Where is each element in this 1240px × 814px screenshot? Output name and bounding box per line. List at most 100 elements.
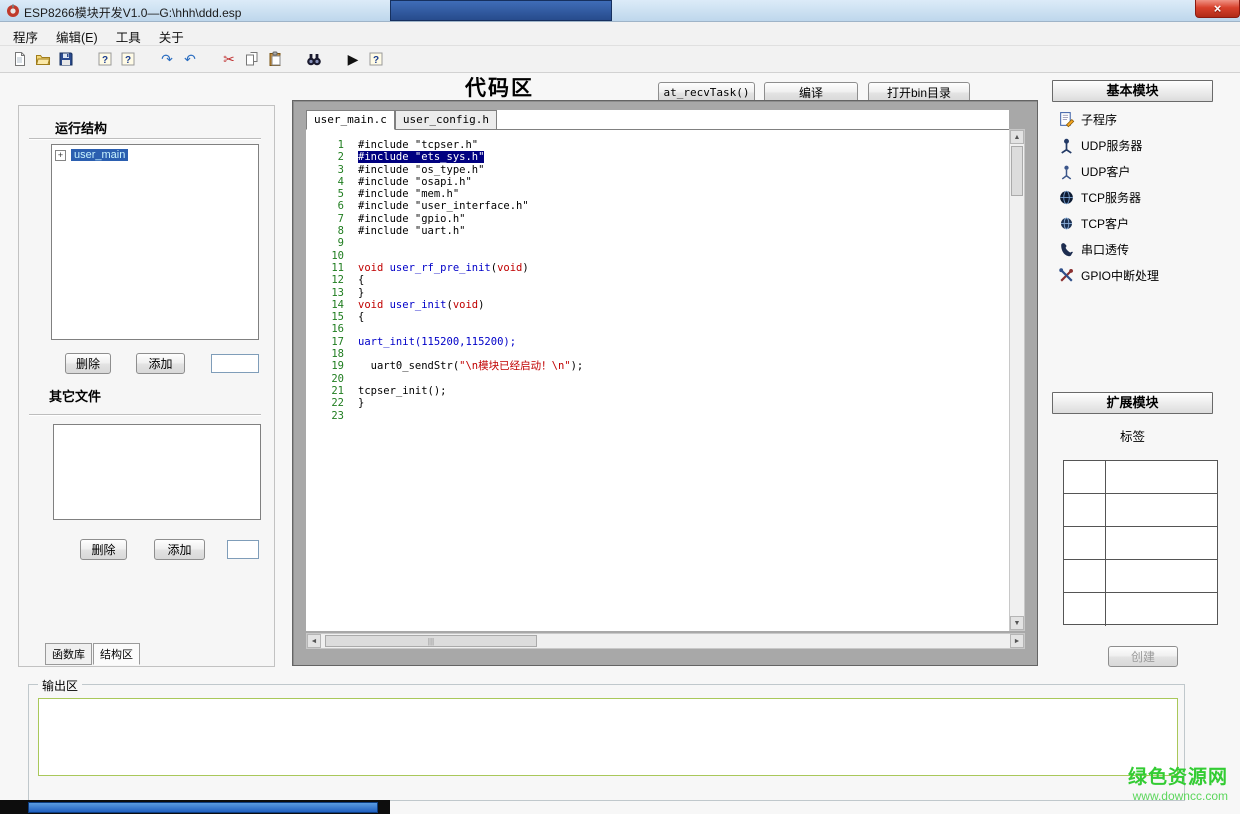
module-item-udp-server[interactable]: UDP服务器 bbox=[1058, 132, 1218, 158]
code-line: 15{ bbox=[306, 311, 1009, 323]
tag-table-cell[interactable] bbox=[1064, 593, 1106, 626]
code-line: 20 bbox=[306, 373, 1009, 385]
file-name-input[interactable] bbox=[227, 540, 259, 559]
add-structure-button[interactable]: 添加 bbox=[136, 353, 185, 374]
tag-table-cell[interactable] bbox=[1106, 494, 1217, 526]
line-number: 23 bbox=[306, 410, 358, 422]
output-box[interactable] bbox=[38, 698, 1178, 776]
tree-expander-icon[interactable]: + bbox=[55, 150, 66, 161]
delete-structure-button[interactable]: 删除 bbox=[65, 353, 111, 374]
tag-table-cell[interactable] bbox=[1106, 560, 1217, 592]
code-line: 21tcpser_init(); bbox=[306, 385, 1009, 397]
code-editor[interactable]: 1#include "tcpser.h"2#include "ets_sys.h… bbox=[306, 129, 1009, 631]
help-icon[interactable]: ? bbox=[118, 49, 138, 69]
output-area-label: 输出区 bbox=[38, 677, 82, 694]
module-label: GPIO中断处理 bbox=[1081, 267, 1159, 284]
basic-modules-button[interactable]: 基本模块 bbox=[1052, 80, 1213, 102]
tag-table-cell[interactable] bbox=[1106, 527, 1217, 559]
find-icon[interactable] bbox=[304, 49, 324, 69]
line-number: 7 bbox=[306, 213, 358, 225]
other-files-list[interactable] bbox=[53, 424, 261, 520]
menu-item-about[interactable]: 关于 bbox=[150, 25, 193, 48]
tag-table-cell[interactable] bbox=[1064, 527, 1106, 559]
title-bar[interactable]: ESP8266模块开发V1.0—G:\hhh\ddd.esp × bbox=[0, 0, 1240, 22]
module-item-tcp-server[interactable]: TCP服务器 bbox=[1058, 184, 1218, 210]
add-file-button[interactable]: 添加 bbox=[154, 539, 205, 560]
code-text: #include "ets_sys.h" bbox=[358, 151, 484, 163]
run-structure-tree[interactable]: + user_main bbox=[51, 144, 259, 340]
tag-label: 标签 bbox=[1052, 426, 1213, 445]
tab-structure-area[interactable]: 结构区 bbox=[93, 643, 140, 665]
scroll-right-arrow[interactable]: ► bbox=[1010, 634, 1024, 648]
editor-tabstrip: user_main.cuser_config.h bbox=[306, 110, 1009, 129]
svg-text:?: ? bbox=[125, 55, 131, 66]
line-number: 21 bbox=[306, 385, 358, 397]
help-icon[interactable]: ? bbox=[95, 49, 115, 69]
code-text: #include "user_interface.h" bbox=[358, 200, 529, 212]
window-title: ESP8266模块开发V1.0—G:\hhh\ddd.esp bbox=[24, 4, 241, 21]
code-line: 19 uart0_sendStr("\n模块已经启动！\n"); bbox=[306, 360, 1009, 372]
module-item-serial-passthrough[interactable]: 串口透传 bbox=[1058, 236, 1218, 262]
module-item-gpio-interrupt[interactable]: GPIO中断处理 bbox=[1058, 262, 1218, 288]
copy-icon[interactable] bbox=[242, 49, 262, 69]
line-number: 8 bbox=[306, 225, 358, 237]
tree-item-label: user_main bbox=[71, 149, 128, 161]
code-line: 4#include "osapi.h" bbox=[306, 176, 1009, 188]
new-file-icon[interactable] bbox=[10, 49, 30, 69]
tag-table-cell[interactable] bbox=[1106, 593, 1217, 626]
help-icon[interactable]: ? bbox=[366, 49, 386, 69]
scroll-down-arrow[interactable]: ▼ bbox=[1010, 616, 1024, 630]
menu-item-program[interactable]: 程序 bbox=[4, 25, 47, 48]
code-line: 9 bbox=[306, 237, 1009, 249]
line-number: 18 bbox=[306, 348, 358, 360]
close-button[interactable]: × bbox=[1195, 0, 1240, 18]
horizontal-scrollbar[interactable]: ◄ ||| ► bbox=[306, 633, 1025, 649]
open-folder-icon[interactable] bbox=[33, 49, 53, 69]
paste-icon[interactable] bbox=[265, 49, 285, 69]
module-list: 子程序UDP服务器UDP客户 TCP服务器 TCP客户串口透传 GPIO中断处理 bbox=[1058, 106, 1218, 288]
line-number: 10 bbox=[306, 250, 358, 262]
code-text: #include "osapi.h" bbox=[358, 176, 472, 188]
menu-item-edit[interactable]: 编辑(E) bbox=[47, 25, 107, 48]
tag-table-cell[interactable] bbox=[1064, 494, 1106, 526]
vertical-scroll-thumb[interactable] bbox=[1011, 146, 1023, 196]
undo-icon[interactable]: ↶ bbox=[180, 49, 200, 69]
code-text: #include "gpio.h" bbox=[358, 213, 465, 225]
editor-tab-user-main-c[interactable]: user_main.c bbox=[306, 110, 395, 130]
code-line: 11void user_rf_pre_init(void) bbox=[306, 262, 1009, 274]
create-button[interactable]: 创建 bbox=[1108, 646, 1178, 667]
background-window-fragment bbox=[390, 0, 612, 21]
tag-table-cell[interactable] bbox=[1064, 560, 1106, 592]
extended-modules-button[interactable]: 扩展模块 bbox=[1052, 392, 1213, 414]
watermark-url: www.downcc.com bbox=[1128, 789, 1228, 803]
scroll-up-arrow[interactable]: ▲ bbox=[1010, 130, 1024, 144]
udp-server-icon bbox=[1058, 137, 1075, 154]
vertical-scrollbar[interactable]: ▲ ▼ bbox=[1009, 129, 1025, 631]
save-icon[interactable] bbox=[56, 49, 76, 69]
code-text: uart0_sendStr bbox=[358, 360, 453, 372]
line-number: 12 bbox=[306, 274, 358, 286]
module-item-subroutine[interactable]: 子程序 bbox=[1058, 106, 1218, 132]
tag-table-cell[interactable] bbox=[1106, 461, 1217, 493]
line-number: 3 bbox=[306, 164, 358, 176]
redo-icon[interactable]: ↷ bbox=[157, 49, 177, 69]
close-icon: × bbox=[1214, 1, 1222, 16]
tab-function-library[interactable]: 函数库 bbox=[45, 643, 92, 665]
tree-item-user-main[interactable]: + user_main bbox=[52, 145, 258, 165]
module-item-tcp-client[interactable]: TCP客户 bbox=[1058, 210, 1218, 236]
code-line: 14void user_init(void) bbox=[306, 299, 1009, 311]
line-number: 14 bbox=[306, 299, 358, 311]
cut-icon[interactable]: ✂ bbox=[219, 49, 239, 69]
scroll-left-arrow[interactable]: ◄ bbox=[307, 634, 321, 648]
structure-name-input[interactable] bbox=[211, 354, 259, 373]
menu-item-tools[interactable]: 工具 bbox=[107, 25, 150, 48]
left-panel-tabs: 函数库结构区 bbox=[45, 643, 141, 665]
tag-table-cell[interactable] bbox=[1064, 461, 1106, 493]
editor-tab-user-config-h[interactable]: user_config.h bbox=[395, 110, 497, 130]
delete-file-button[interactable]: 删除 bbox=[80, 539, 127, 560]
module-item-udp-client[interactable]: UDP客户 bbox=[1058, 158, 1218, 184]
horizontal-scroll-thumb[interactable]: ||| bbox=[325, 635, 537, 647]
run-icon[interactable]: ▶ bbox=[343, 49, 363, 69]
module-label: TCP服务器 bbox=[1081, 189, 1141, 206]
tag-table[interactable] bbox=[1063, 460, 1218, 625]
